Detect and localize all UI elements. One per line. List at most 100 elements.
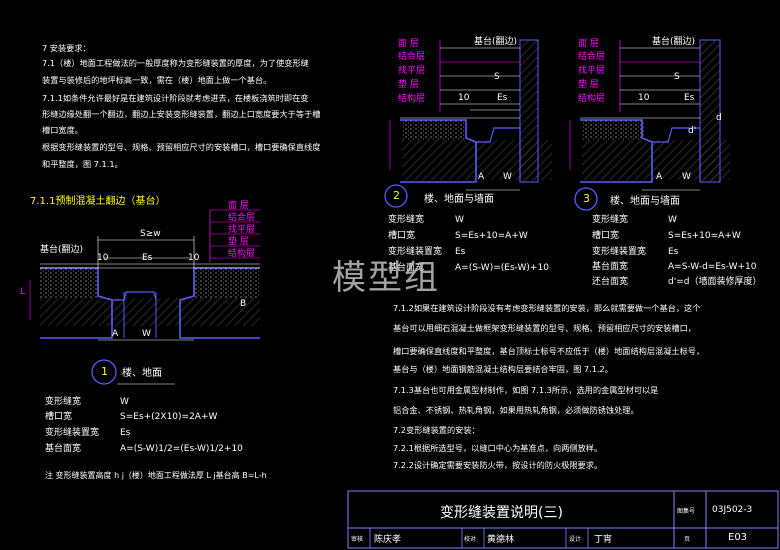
spec-value: Es bbox=[455, 247, 466, 257]
spec-key: 变形缝宽 bbox=[388, 215, 425, 225]
spec-key: 变形缝宽 bbox=[45, 397, 82, 407]
page-label: 页 bbox=[684, 536, 691, 543]
spec-value: W bbox=[668, 215, 677, 225]
note-line: 7.2.2设计确定需要安装防火带，按设计的防火极限要求。 bbox=[393, 460, 603, 470]
base-label: 基台(翻边) bbox=[474, 37, 518, 47]
layer-label: 找平层 bbox=[228, 225, 256, 235]
spec-value: S=Es+10=A+W bbox=[668, 231, 741, 241]
dim-w: W bbox=[503, 172, 512, 182]
note-line: 装置与装修后的地坪标高一致，需在（楼）地面上做一个基台。 bbox=[42, 75, 272, 85]
title-block bbox=[347, 490, 779, 549]
page-number: E03 bbox=[728, 532, 748, 543]
dim-10: 10 bbox=[97, 253, 109, 263]
note-line: 7.1.3基台也可用金属型材制作，如图 7.1.3所示，选用的金属型材可以是 bbox=[393, 385, 659, 395]
section-heading-711: 7.1.1预制混凝土翻边（基台） bbox=[30, 196, 166, 207]
spec-value: A=(S-W)=(Es-W)+10 bbox=[455, 263, 549, 273]
spec-key: 槽口宽 bbox=[592, 231, 620, 241]
note-line: 形缝边缘处翻一个翻边，翻边上安装变形缝装置，翻边上口宽度要大于等于槽 bbox=[42, 109, 321, 119]
note-line: 和平整度，图 7.1.1。 bbox=[42, 159, 123, 169]
dim-s: S bbox=[674, 72, 680, 82]
spec-key: 变形缝装置宽 bbox=[45, 428, 100, 438]
layer-label: 结构层 bbox=[398, 94, 426, 104]
dim-es: Es bbox=[497, 93, 508, 103]
note-line: 7.1.1如条件允许最好是在建筑设计阶段就考虑进去，在楼板浇筑时即在变 bbox=[42, 93, 309, 103]
layer-label: 垫 层 bbox=[578, 80, 599, 90]
layer-label: 结构层 bbox=[228, 249, 256, 259]
base-label: 基台(翻边) bbox=[652, 37, 696, 47]
design-label: 设计 bbox=[569, 536, 582, 543]
dim-a: A bbox=[656, 172, 663, 182]
layer-label: 结合层 bbox=[228, 213, 256, 223]
dim-10: 10 bbox=[188, 253, 200, 263]
figure-number: 1 bbox=[101, 365, 108, 378]
dim-sw: S≥w bbox=[140, 229, 161, 239]
spec-value: A=(S-W)1/2=(Es-W)1/2+10 bbox=[120, 444, 243, 454]
note-line: 7.1（楼）地面工程做法的一般厚度称为变形缝装置的厚度，为了使变形缝 bbox=[42, 58, 309, 68]
dim-10: 10 bbox=[458, 93, 470, 103]
dim-w: W bbox=[682, 172, 691, 182]
layer-label: 垫 层 bbox=[228, 237, 249, 247]
dim-a: A bbox=[478, 172, 485, 182]
atlas-number: 03J502-3 bbox=[712, 505, 753, 515]
dim-w: W bbox=[142, 329, 151, 339]
dim-d-prime: d' bbox=[688, 126, 697, 136]
figure-number: 3 bbox=[583, 192, 590, 205]
note-line: 槽口要确保直线度和平整度，基台顶标士标号不应低于（楼）地面结构层混凝土标号， bbox=[393, 346, 705, 356]
note-line: 7.2变形缝装置的安装： bbox=[393, 425, 480, 435]
dim-es: Es bbox=[684, 93, 695, 103]
layer-label: 找平层 bbox=[578, 66, 606, 76]
atlas-label: 图集号 bbox=[677, 508, 696, 515]
check-name: 黄德林 bbox=[487, 535, 515, 545]
layer-label: 垫 层 bbox=[398, 80, 419, 90]
layer-label: 结构层 bbox=[578, 94, 606, 104]
figure-caption: 楼、地面 bbox=[122, 368, 162, 379]
dim-s: S bbox=[494, 72, 500, 82]
figure-caption: 楼、地面与墙面 bbox=[610, 196, 680, 207]
spec-value: W bbox=[455, 215, 464, 225]
dim-l: L bbox=[20, 287, 26, 297]
review-label: 审核 bbox=[351, 536, 364, 543]
review-name: 陈庆孝 bbox=[374, 535, 402, 545]
note-line: 7.1.2如果在建筑设计阶段没有考虑变形缝装置的安装，那么就需要做一个基台，这个 bbox=[393, 303, 701, 313]
check-label: 校对 bbox=[464, 536, 477, 543]
spec-key: 变形缝装置宽 bbox=[592, 247, 647, 257]
spec-key: 基台面宽 bbox=[45, 444, 82, 454]
layer-label: 面 层 bbox=[578, 39, 599, 49]
spec-value: W bbox=[120, 397, 129, 407]
base-label: 基台(翻边) bbox=[40, 245, 84, 255]
note-line: 槽口宽度。 bbox=[42, 125, 83, 135]
note-line: 基台可以用细石混凝土做框架变形缝装置的型号、规格、预留相应尺寸的安装槽口， bbox=[393, 323, 696, 333]
dim-a: A bbox=[112, 329, 119, 339]
spec-key: 还台面宽 bbox=[592, 277, 629, 287]
dim-b: B bbox=[240, 299, 247, 309]
layer-label: 面 层 bbox=[398, 39, 419, 49]
layer-label: 结合层 bbox=[578, 52, 606, 62]
layer-label: 找平层 bbox=[398, 66, 426, 76]
watermark: 模型组 bbox=[332, 258, 440, 298]
spec-key: 槽口宽 bbox=[45, 412, 73, 422]
spec-value: S=Es+(2X10)=2A+W bbox=[120, 412, 218, 422]
spec-value: S=Es+10=A+W bbox=[455, 231, 528, 241]
footnote: 注 变形缝装置高度 h j（楼）地面工程做法厚 L j基台高 B=L-h bbox=[45, 471, 267, 480]
note-line: 铝合金、不锈钢、热轧角钢，如果用热轧角钢，必须做防锈蚀处理。 bbox=[393, 405, 639, 415]
spec-value: Es bbox=[668, 247, 679, 257]
note-line: 基台与（楼）地面钢筋混凝土结构层要结合牢固，图 7.1.2。 bbox=[393, 364, 613, 374]
design-name: 丁宵 bbox=[594, 535, 613, 545]
spec-key: 基台面宽 bbox=[592, 262, 629, 272]
dim-d: d bbox=[716, 113, 722, 123]
spec-value: d'=d（墙面装修厚度） bbox=[668, 277, 762, 287]
layer-label: 面 层 bbox=[228, 201, 249, 211]
note-line: 7.2.1根据所选型号，以缝口中心为基准点，向两侧放样。 bbox=[393, 443, 603, 453]
spec-key: 变形缝宽 bbox=[592, 215, 629, 225]
dim-es: Es bbox=[142, 253, 153, 263]
note-line: 根据变形缝装置的型号、规格、预留相应尺寸的安装槽口，槽口要确保直线度 bbox=[42, 142, 321, 152]
note-line: 7 安装要求： bbox=[42, 43, 91, 53]
figure-number: 2 bbox=[393, 189, 400, 202]
figure-caption: 楼、地面与墙面 bbox=[424, 194, 494, 205]
dim-10: 10 bbox=[638, 93, 650, 103]
spec-value: Es bbox=[120, 428, 131, 438]
layer-label: 结合层 bbox=[398, 52, 426, 62]
spec-key: 槽口宽 bbox=[388, 231, 416, 241]
spec-value: A=S-W-d=Es-W+10 bbox=[668, 262, 757, 272]
drawing-title: 变形缝装置说明(三) bbox=[440, 505, 563, 521]
